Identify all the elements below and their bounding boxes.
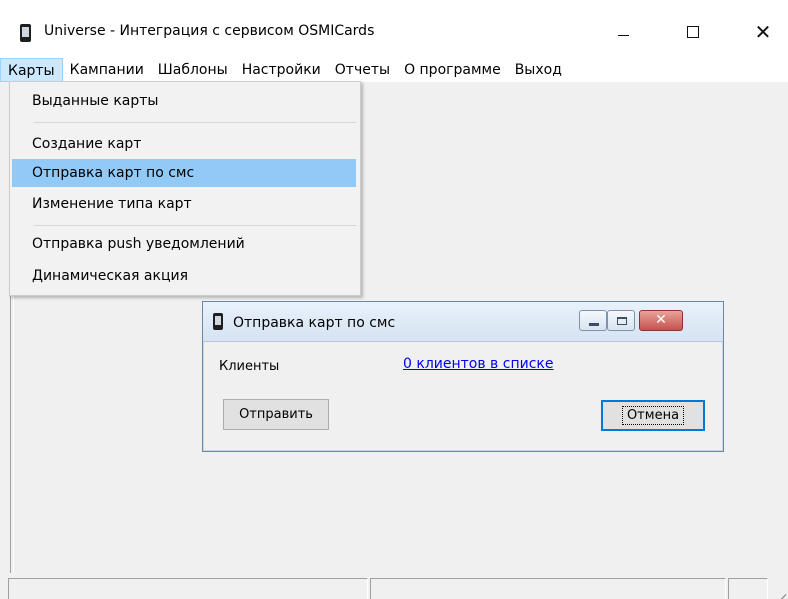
menu-reports[interactable]: Отчеты [328, 58, 397, 82]
minimize-icon [589, 323, 599, 326]
dialog-body: Клиенты 0 клиентов в списке Отправить От… [203, 342, 723, 451]
clients-list-link[interactable]: 0 клиентов в списке [403, 356, 553, 372]
cancel-button[interactable]: Отмена [601, 400, 705, 431]
menu-separator [34, 122, 356, 123]
clients-label: Клиенты [219, 359, 280, 374]
status-panel-1 [8, 578, 368, 599]
menu-about[interactable]: О программе [397, 58, 508, 82]
dialog-maximize-button[interactable] [607, 310, 635, 331]
phone-icon [213, 313, 223, 330]
status-panel-2 [370, 578, 726, 599]
window-title: Universe - Интеграция с сервисом OSMICar… [44, 23, 375, 39]
cards-dropdown-menu: Выданные карты Создание карт Отправка ка… [9, 81, 361, 296]
maximize-icon [617, 317, 627, 325]
menu-separator [34, 225, 356, 226]
menu-cards[interactable]: Карты [0, 58, 63, 82]
menu-item-issued-cards[interactable]: Выданные карты [12, 87, 356, 115]
dialog-close-button[interactable]: ✕ [639, 310, 683, 331]
minimize-button[interactable] [600, 16, 646, 48]
menu-settings[interactable]: Настройки [235, 58, 328, 82]
menu-item-send-push[interactable]: Отправка push уведомлений [12, 230, 356, 258]
menu-item-change-card-type[interactable]: Изменение типа карт [12, 190, 356, 218]
menu-item-create-cards[interactable]: Создание карт [12, 130, 356, 158]
title-bar: Universe - Интеграция с сервисом OSMICar… [0, 0, 788, 58]
minimize-icon [617, 34, 629, 36]
maximize-button[interactable] [670, 16, 716, 48]
close-icon: ✕ [754, 20, 772, 44]
menu-item-dynamic-promo[interactable]: Динамическая акция [12, 262, 356, 290]
status-bar [0, 574, 788, 599]
phone-icon [20, 24, 31, 42]
dialog-title-bar[interactable]: Отправка карт по смс ✕ [203, 302, 723, 342]
menu-templates[interactable]: Шаблоны [151, 58, 235, 82]
menu-item-send-cards-sms[interactable]: Отправка карт по смс [12, 159, 356, 187]
menu-exit[interactable]: Выход [508, 58, 569, 82]
send-cards-sms-dialog: Отправка карт по смс ✕ Клиенты 0 клиенто… [202, 301, 724, 452]
close-icon: ✕ [655, 312, 667, 328]
dialog-title: Отправка карт по смс [233, 315, 396, 331]
close-button[interactable]: ✕ [740, 16, 786, 48]
maximize-icon [687, 26, 699, 38]
status-panel-3 [728, 578, 768, 599]
dialog-minimize-button[interactable] [579, 310, 607, 331]
send-button[interactable]: Отправить [223, 399, 329, 430]
cancel-button-label: Отмена [621, 406, 685, 425]
menubar: Карты Кампании Шаблоны Настройки Отчеты … [0, 58, 788, 82]
menu-campaigns[interactable]: Кампании [63, 58, 151, 82]
resize-grip-icon[interactable] [770, 580, 787, 599]
